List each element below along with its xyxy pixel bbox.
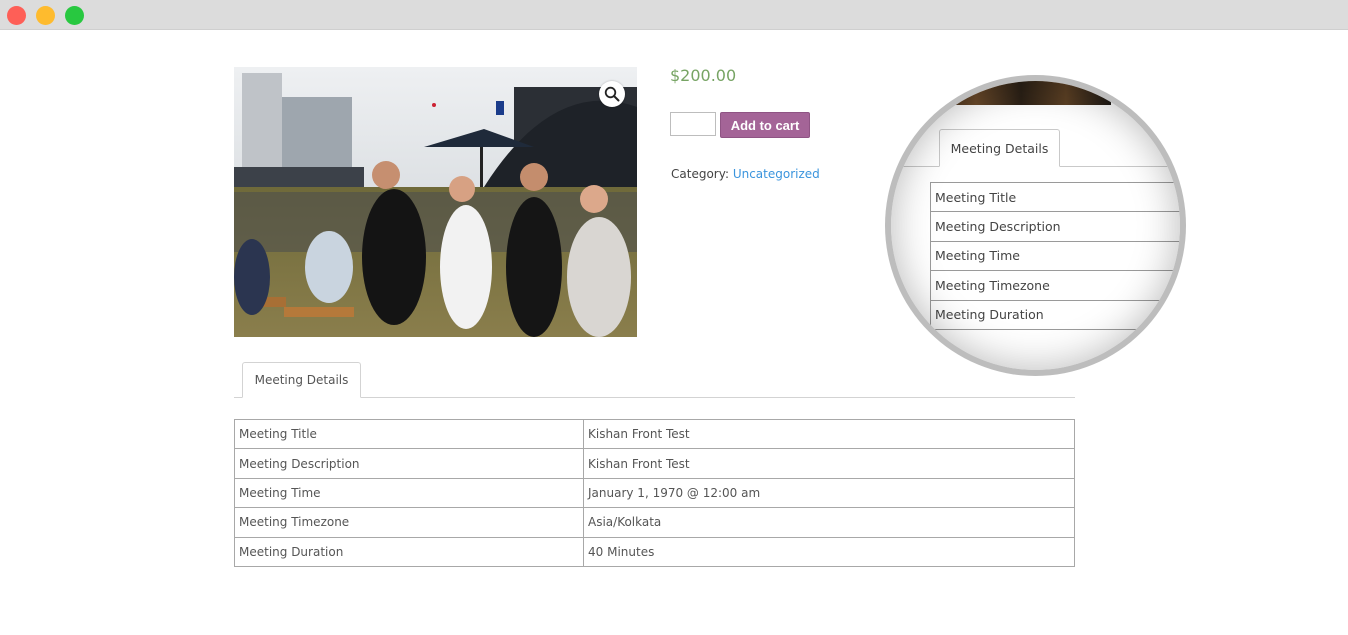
magnified-detail-key: Meeting Description [930, 211, 1180, 242]
window-maximize-button[interactable] [65, 6, 84, 25]
detail-key: Meeting Description [234, 448, 584, 479]
magnifier-zoom-icon [604, 86, 620, 102]
table-row: Meeting Time [930, 240, 1180, 272]
window-minimize-button[interactable] [36, 6, 55, 25]
detail-value: Kishan Front Test [583, 448, 1075, 479]
meeting-details-table: Meeting Title Kishan Front Test Meeting … [234, 418, 1075, 567]
table-row: Meeting Duration [930, 299, 1180, 330]
magnified-photo-strip [931, 81, 1111, 105]
magnifier-lens: Meeting Details Meeting Title Meeting De… [891, 81, 1180, 370]
magnified-detail-key: Meeting Duration [930, 299, 1180, 330]
table-row: Meeting Time January 1, 1970 @ 12:00 am [234, 477, 1075, 509]
window-titlebar [0, 0, 1348, 30]
table-row: Meeting Title Kishan Front Test [234, 418, 1075, 450]
detail-value: 40 Minutes [583, 536, 1075, 567]
add-to-cart-button[interactable]: Add to cart [720, 112, 810, 138]
detail-key: Meeting Timezone [234, 507, 584, 538]
table-row: Meeting Timezone [930, 270, 1180, 301]
table-row: Meeting Timezone Asia/Kolkata [234, 507, 1075, 538]
category-label: Category: [671, 167, 729, 181]
table-row: Meeting Description Kishan Front Test [234, 448, 1075, 479]
window-close-button[interactable] [7, 6, 26, 25]
magnified-tab-meeting-details: Meeting Details [939, 129, 1060, 167]
tab-meeting-details[interactable]: Meeting Details [242, 362, 361, 398]
magnifier-callout: Meeting Details Meeting Title Meeting De… [885, 75, 1186, 376]
product-image[interactable] [234, 67, 637, 337]
magnified-detail-key: Meeting Timezone [930, 270, 1180, 301]
table-row: Meeting Duration 40 Minutes [234, 536, 1075, 567]
festival-photo [234, 67, 637, 337]
table-row: Meeting Description [930, 211, 1180, 242]
detail-value: Kishan Front Test [583, 418, 1075, 450]
quantity-input[interactable] [670, 112, 716, 136]
detail-key: Meeting Duration [234, 536, 584, 567]
table-row: Meeting Title [930, 181, 1180, 213]
category-link[interactable]: Uncategorized [733, 167, 820, 181]
zoom-button[interactable] [599, 81, 625, 107]
product-price: $200.00 [670, 66, 737, 85]
detail-value: January 1, 1970 @ 12:00 am [583, 477, 1075, 509]
product-category: Category: Uncategorized [671, 167, 820, 181]
magnified-details-table: Meeting Title Meeting Description Meetin… [930, 181, 1180, 330]
magnified-detail-key: Meeting Time [930, 240, 1180, 272]
magnified-detail-key: Meeting Title [930, 181, 1180, 213]
detail-key: Meeting Title [234, 418, 584, 450]
detail-key: Meeting Time [234, 477, 584, 509]
detail-value: Asia/Kolkata [583, 507, 1075, 538]
